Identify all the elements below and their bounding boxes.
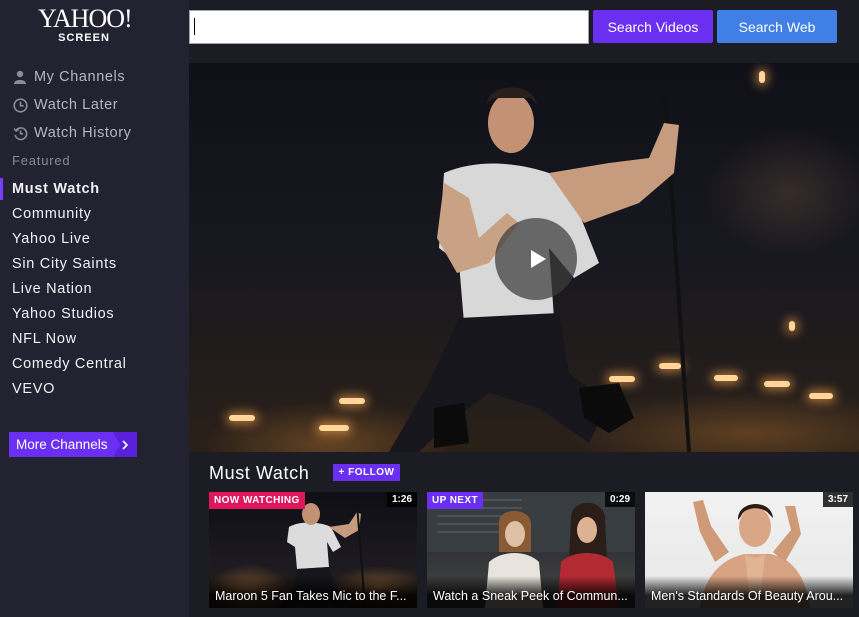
text-caret [194, 18, 195, 35]
strip-title: Must Watch [209, 463, 310, 483]
video-thumbnail-now-watching[interactable]: NOW WATCHING 1:26 Maroon 5 Fan Takes Mic… [209, 492, 417, 608]
play-button[interactable] [495, 218, 577, 300]
video-title: Men's Standards Of Beauty Arou... [645, 576, 853, 608]
sidebar-item-label: Watch Later [34, 97, 119, 113]
featured-label: Featured [12, 153, 71, 168]
play-icon [530, 250, 546, 268]
sidebar-item-must-watch[interactable]: Must Watch [12, 179, 100, 199]
sidebar-item-yahoo-live[interactable]: Yahoo Live [12, 229, 90, 249]
chevron-right-icon [113, 432, 137, 457]
video-title-text: Men's Standards Of Beauty Arou... [651, 589, 844, 603]
video-thumbnail-3[interactable]: 3:57 Men's Standards Of Beauty Arou... [645, 492, 853, 608]
yahoo-screen-logo[interactable]: YAHOO! SCREEN [38, 4, 133, 46]
sidebar-item-vevo[interactable]: VEVO [12, 379, 55, 399]
clock-icon [12, 97, 28, 113]
up-next-badge: UP NEXT [427, 492, 483, 509]
video-title: Watch a Sneak Peek of Commun... [427, 576, 635, 608]
sidebar-item-live-nation[interactable]: Live Nation [12, 279, 92, 299]
sidebar-item-community[interactable]: Community [12, 204, 92, 224]
video-title-text: Maroon 5 Fan Takes Mic to the F... [215, 589, 407, 603]
logo-sub: SCREEN [58, 32, 110, 44]
logo-brand: YAHOO! [38, 4, 133, 33]
duration-label: 0:29 [604, 492, 635, 507]
sidebar-item-label: Watch History [34, 125, 132, 141]
history-icon [12, 125, 28, 141]
person-icon [12, 69, 28, 85]
sidebar-item-watch-later[interactable]: Watch Later [12, 95, 118, 115]
duration-label: 1:26 [386, 492, 417, 507]
search-input[interactable] [189, 10, 589, 44]
more-channels-button[interactable]: More Channels [9, 432, 137, 457]
duration-label: 3:57 [822, 492, 853, 507]
more-channels-label: More Channels [16, 437, 108, 452]
video-title-text: Watch a Sneak Peek of Commun... [433, 589, 628, 603]
sidebar-item-label: My Channels [34, 69, 126, 85]
sidebar-item-sin-city-saints[interactable]: Sin City Saints [12, 254, 117, 274]
sidebar-item-watch-history[interactable]: Watch History [12, 123, 132, 143]
sidebar-item-comedy-central[interactable]: Comedy Central [12, 354, 127, 374]
video-thumbnail-up-next[interactable]: UP NEXT 0:29 Watch a Sneak Peek of Commu… [427, 492, 635, 608]
now-watching-badge: NOW WATCHING [209, 492, 305, 509]
search-videos-button[interactable]: Search Videos [593, 10, 713, 43]
active-indicator [0, 178, 3, 200]
sidebar-item-nfl-now[interactable]: NFL Now [12, 329, 77, 349]
sidebar: YAHOO! SCREEN My Channels Watch Later Wa… [0, 0, 189, 617]
sidebar-item-yahoo-studios[interactable]: Yahoo Studios [12, 304, 114, 324]
sidebar-item-my-channels[interactable]: My Channels [12, 67, 125, 87]
follow-button[interactable]: + FOLLOW [333, 464, 400, 481]
search-web-button[interactable]: Search Web [717, 10, 837, 43]
video-title: Maroon 5 Fan Takes Mic to the F... [209, 576, 417, 608]
video-player[interactable] [189, 63, 859, 452]
